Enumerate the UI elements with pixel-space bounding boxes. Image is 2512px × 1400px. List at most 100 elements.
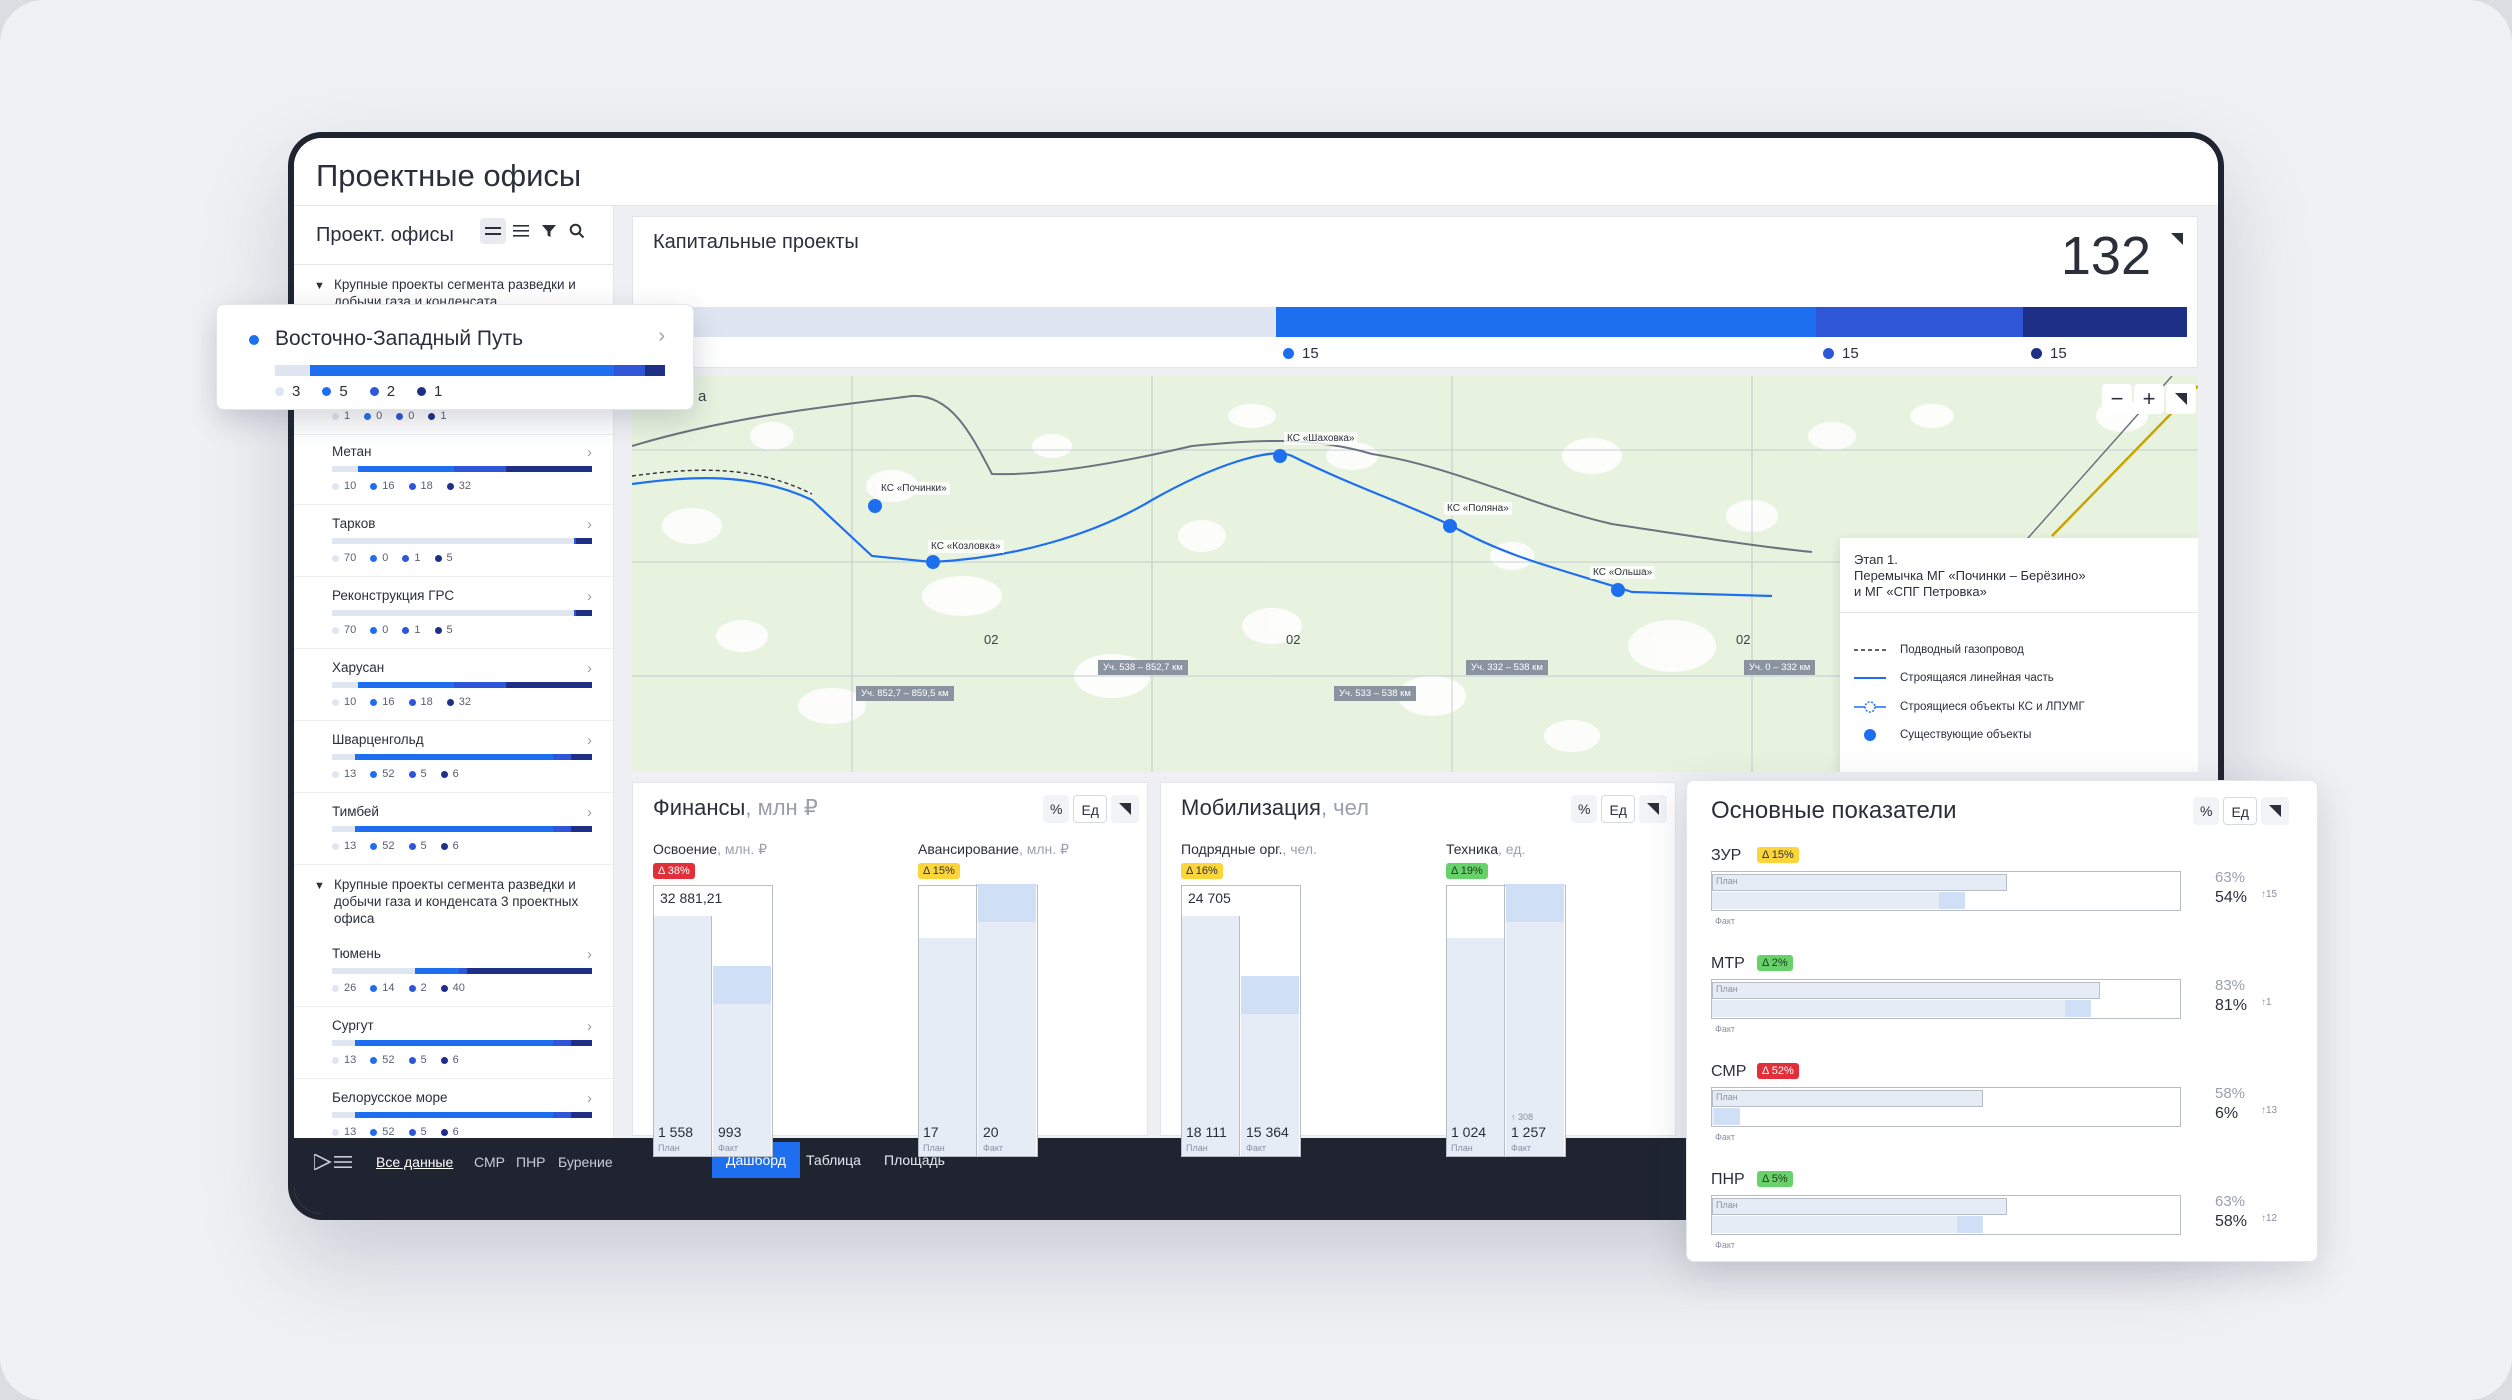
expand-icon[interactable] xyxy=(1110,795,1139,823)
plan-fact-bar: План xyxy=(1711,1087,2181,1127)
fact-delta: ↑13 xyxy=(2261,1105,2278,1116)
expand-icon[interactable] xyxy=(2260,797,2289,825)
legend-existing: Существующие объекты xyxy=(1854,728,2031,742)
search-icon[interactable] xyxy=(564,218,590,244)
chevron-right-icon[interactable]: › xyxy=(587,732,592,749)
item-legend: 10 16 18 32 xyxy=(332,480,485,492)
percent-toggle[interactable]: % xyxy=(2193,797,2220,825)
filter-pnr[interactable]: ПНР xyxy=(516,1154,546,1170)
filter-drilling[interactable]: Бурение xyxy=(558,1154,613,1170)
zoom-in-button[interactable]: + xyxy=(2134,384,2164,414)
sidebar-item[interactable]: Белорусское море › 13 52 5 6 xyxy=(332,1090,592,1138)
map-zone-label: 02 xyxy=(984,632,999,647)
expand-icon[interactable] xyxy=(2171,233,2183,245)
indicators-title: Основные показатели xyxy=(1711,797,1957,824)
fact-percent: 54% xyxy=(2215,889,2248,906)
page-title: Проектные офисы xyxy=(316,158,582,193)
map-zone-label: 02 xyxy=(1286,632,1301,647)
map-view[interactable]: КС «Починки» КС «Козловка» КС «Шаховка» … xyxy=(632,376,2198,772)
indicator-name: ЗУР xyxy=(1711,847,1742,864)
project-popup-card[interactable]: Восточно-Западный Путь › 3 5 2 1 xyxy=(216,304,694,410)
chart-label: Подрядные орг., чел. xyxy=(1181,841,1317,857)
units-toggle[interactable]: Ед xyxy=(2223,797,2257,825)
units-toggle[interactable]: Ед xyxy=(1601,795,1635,823)
filter-smr[interactable]: СМР xyxy=(474,1154,505,1170)
project-name: Восточно-Западный Путь xyxy=(275,327,524,350)
plan-bar xyxy=(1712,1198,2007,1215)
chevron-right-icon[interactable]: › xyxy=(587,660,592,677)
fact-caption: Факт xyxy=(1511,1143,1532,1153)
map-legend: Этап 1. Перемычка МГ «Починки – Берёзино… xyxy=(1840,538,2198,772)
map-segment-label: Уч. 852,7 – 859,5 км xyxy=(856,686,954,701)
plan-bar xyxy=(1712,982,2101,999)
list-icon[interactable] xyxy=(480,218,506,244)
sidebar-item[interactable]: Харусан › 10 16 18 32 xyxy=(332,660,592,732)
map-segment-label: Уч. 0 – 332 км xyxy=(1744,660,1816,675)
mobilization-unit-toggle: % Ед xyxy=(1571,795,1667,823)
sidebar-item[interactable]: Тюмень › 26 14 2 40 xyxy=(332,946,592,1018)
chevron-right-icon[interactable]: › xyxy=(587,444,592,461)
sidebar-item-label: Белорусское море xyxy=(332,1090,448,1105)
units-toggle[interactable]: Ед xyxy=(1073,795,1107,823)
zoom-out-button[interactable]: − xyxy=(2102,384,2132,414)
map-label: КС «Ольша» xyxy=(1590,566,1656,579)
mobilization-title: Мобилизация, чел xyxy=(1181,795,1369,820)
status-dot xyxy=(249,335,259,345)
plan-fact-chart: 32 881,21 1 558 993 План Факт xyxy=(653,885,773,1157)
project-legend: 3 5 2 1 xyxy=(275,383,464,400)
chevron-right-icon[interactable]: › xyxy=(587,1090,592,1107)
chevron-right-icon[interactable]: › xyxy=(587,588,592,605)
sidebar-item[interactable]: Тимбей › 13 52 5 6 xyxy=(332,804,592,876)
percent-toggle[interactable]: % xyxy=(1571,795,1598,823)
group-title: Крупные проекты сегмента разведки и добы… xyxy=(334,877,579,926)
fact-delta: ↑15 xyxy=(2261,889,2278,900)
collapse-icon: ▼ xyxy=(314,280,325,292)
sidebar-item[interactable]: Сургут › 13 52 5 6 xyxy=(332,1018,592,1090)
percent-toggle[interactable]: % xyxy=(1043,795,1070,823)
chevron-right-icon[interactable]: › xyxy=(587,804,592,821)
group-header[interactable]: ▼ Крупные проекты сегмента разведки и доб… xyxy=(314,876,604,927)
plan-percent: 58% xyxy=(2215,1085,2246,1102)
sidebar-item[interactable]: Метан › 10 16 18 32 xyxy=(332,444,592,516)
map-legend-title: Этап 1. Перемычка МГ «Починки – Берёзино… xyxy=(1854,552,2086,599)
plan-fact-bar: План xyxy=(1711,871,2181,911)
fact-value: 15 364 xyxy=(1246,1124,1289,1140)
chevron-right-icon[interactable]: › xyxy=(658,325,665,348)
sidebar-item[interactable]: Тарков › 70 0 1 5 xyxy=(332,516,592,588)
fact-value: 20 xyxy=(983,1124,999,1140)
plan-fact-chart: 1 024 ↑ 308 1 257 План Факт xyxy=(1446,884,1566,1157)
chevron-right-icon[interactable]: › xyxy=(587,516,592,533)
divider xyxy=(294,264,613,265)
plan-percent: 63% xyxy=(2215,869,2246,886)
item-progress-bar xyxy=(332,1040,592,1046)
item-legend: 26 14 2 40 xyxy=(332,982,479,994)
chevron-right-icon[interactable]: › xyxy=(587,1018,592,1035)
list-alt-icon[interactable] xyxy=(508,218,534,244)
plan-fact-chart: 24 705 18 111 15 364 План Факт xyxy=(1181,885,1301,1157)
plan-bar xyxy=(1712,874,2007,891)
item-legend: 13 52 5 6 xyxy=(332,1054,473,1066)
expand-icon[interactable] xyxy=(1638,795,1667,823)
menu-logo-icon[interactable] xyxy=(313,1152,352,1175)
sidebar-item-label: Тюмень xyxy=(332,946,381,961)
fact-caption: Факт xyxy=(1715,1024,1736,1034)
fact-bar xyxy=(1712,1000,2092,1017)
view-table[interactable]: Таблица xyxy=(792,1142,875,1178)
sidebar-item[interactable]: Шварценгольд › 13 52 5 6 xyxy=(332,732,592,804)
filter-icon[interactable] xyxy=(536,218,562,244)
capital-legend-item: 15 xyxy=(2031,345,2067,362)
item-legend: 13 52 5 6 xyxy=(332,840,473,852)
delta-badge: Δ 38% xyxy=(653,863,695,879)
sidebar-item[interactable]: Реконструкция ГРС › 70 0 1 5 xyxy=(332,588,592,660)
main-indicators-card: Основные показатели % Ед ЗУР Δ 15% План Фак… xyxy=(1686,780,2318,1262)
sidebar-item-label: Тимбей xyxy=(332,804,379,819)
plan-column xyxy=(654,916,712,1156)
collapse-icon: ▼ xyxy=(314,880,325,892)
delta-badge: Δ 16% xyxy=(1181,863,1223,879)
map-expand-button[interactable] xyxy=(2166,384,2196,414)
indicator-row: МТР Δ 2% План Факт 83% 81% ↑1 xyxy=(1711,955,2291,1063)
divider xyxy=(294,504,613,505)
chevron-right-icon[interactable]: › xyxy=(587,946,592,963)
item-legend: 70 0 1 5 xyxy=(332,552,467,564)
filter-all[interactable]: Все данные xyxy=(376,1154,453,1170)
